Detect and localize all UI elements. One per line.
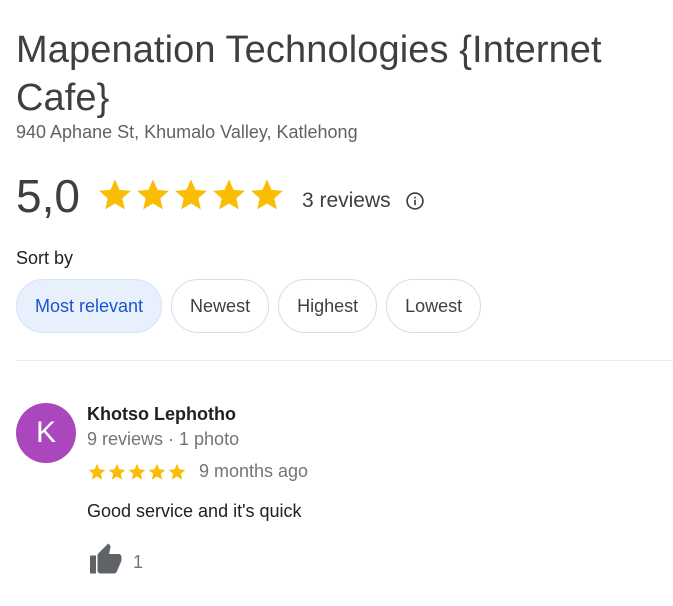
review-text: Good service and it's quick — [87, 501, 302, 521]
sort-lowest-chip[interactable]: Lowest — [386, 279, 482, 333]
review-like-row: 1 — [87, 542, 143, 578]
rating-summary: 5,0 3 reviews — [16, 168, 425, 224]
reviewer-name[interactable]: Khotso Lephotho — [87, 404, 236, 425]
sort-most-relevant-chip[interactable]: Most relevant — [16, 279, 163, 333]
review-date: 9 months ago — [199, 461, 309, 481]
star-icon — [148, 463, 166, 480]
star-icon — [99, 179, 131, 210]
star-icon — [88, 463, 106, 480]
star-icon — [108, 463, 126, 480]
info-icon[interactable] — [405, 191, 425, 211]
star-icon — [175, 179, 207, 210]
star-icon — [213, 179, 245, 210]
sort-options: Most relevant Newest Highest Lowest — [16, 279, 482, 333]
sort-by-label: Sort by — [16, 248, 74, 268]
place-address: 940 Aphane St, Khumalo Valley, Katlehong — [16, 122, 358, 142]
star-icon — [137, 179, 169, 210]
reviews-count: 3 reviews — [301, 189, 391, 212]
star-icon — [128, 463, 146, 480]
divider — [16, 360, 673, 361]
thumbs-up-icon[interactable] — [87, 542, 123, 578]
average-rating-stars — [96, 176, 286, 214]
average-rating: 5,0 — [16, 170, 80, 222]
review-rating-stars — [87, 462, 187, 482]
reviewer-meta: 9 reviews · 1 photo — [87, 429, 240, 449]
reviews-panel: Mapenation Technologies {Internet Cafe} … — [0, 0, 673, 606]
star-icon — [168, 463, 186, 480]
sort-highest-chip[interactable]: Highest — [278, 279, 378, 333]
reviewer-avatar[interactable]: K — [16, 403, 76, 463]
sort-newest-chip[interactable]: Newest — [171, 279, 270, 333]
review-rating-row: 9 months ago — [87, 461, 308, 482]
place-title: Mapenation Technologies {Internet Cafe} — [16, 29, 602, 119]
star-icon — [251, 179, 283, 210]
like-count: 1 — [133, 551, 144, 572]
